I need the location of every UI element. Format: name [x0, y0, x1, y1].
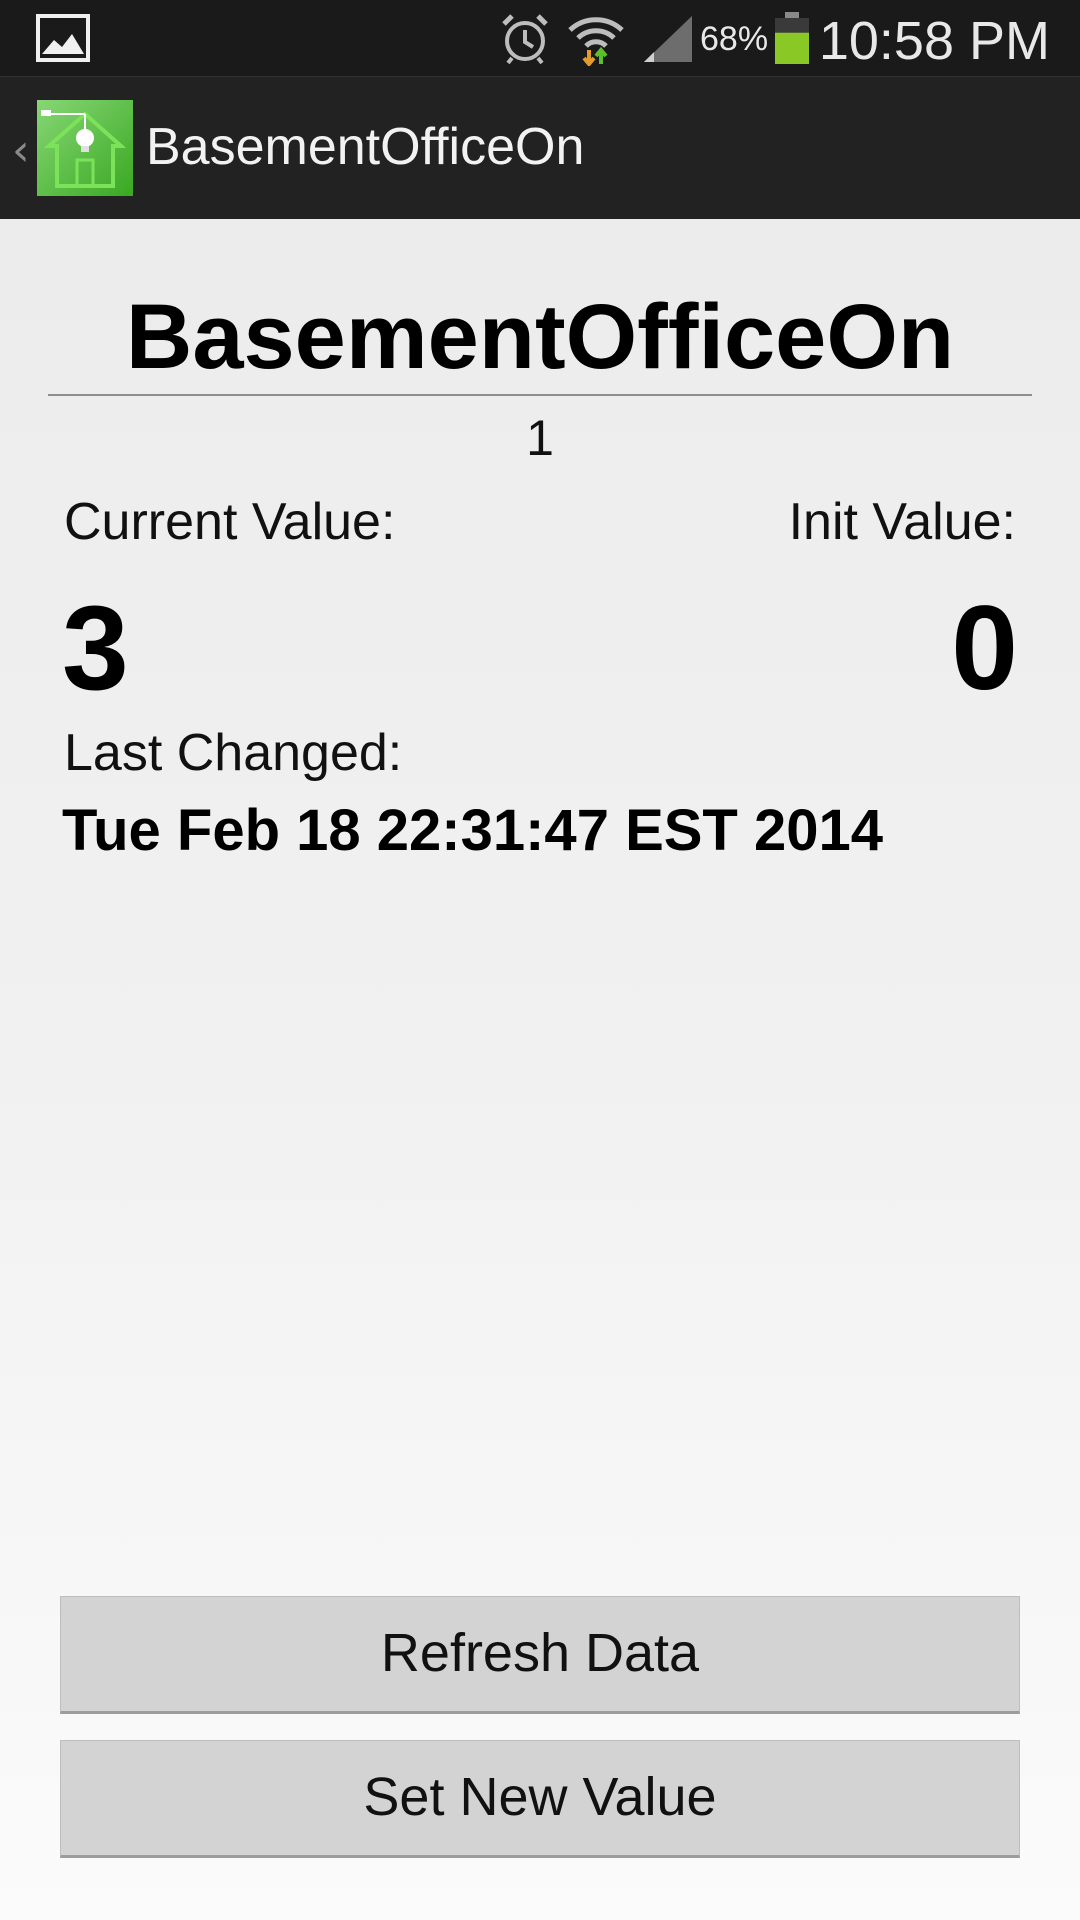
back-chevron-icon[interactable]: ‹ — [12, 125, 30, 176]
action-bar-title: BasementOfficeOn — [146, 118, 585, 176]
main-content: BasementOfficeOn 1 Current Value: Init V… — [0, 219, 1080, 1920]
status-bar: 68% 10:58 PM — [0, 0, 1080, 76]
init-value-label: Init Value: — [788, 493, 1016, 551]
gallery-icon — [36, 14, 90, 62]
divider — [48, 394, 1032, 396]
wifi-icon — [568, 17, 624, 66]
set-new-value-button[interactable]: Set New Value — [60, 1740, 1020, 1858]
last-changed-value: Tue Feb 18 22:31:47 EST 2014 — [62, 798, 884, 863]
page-title: BasementOfficeOn — [125, 286, 955, 388]
current-value: 3 — [62, 581, 129, 715]
battery-percent: 68% — [700, 20, 769, 58]
sub-number: 1 — [526, 410, 554, 466]
init-value: 0 — [951, 581, 1018, 715]
battery-icon — [775, 12, 809, 64]
signal-icon — [644, 16, 692, 62]
house-bulb-app-icon[interactable] — [37, 100, 133, 196]
clock: 10:58 PM — [818, 11, 1050, 71]
alarm-icon — [502, 14, 548, 64]
last-changed-label: Last Changed: — [64, 724, 403, 782]
action-bar: ‹ BasementOfficeOn — [0, 76, 1080, 220]
current-value-label: Current Value: — [64, 493, 396, 551]
refresh-data-button[interactable]: Refresh Data — [60, 1596, 1020, 1714]
